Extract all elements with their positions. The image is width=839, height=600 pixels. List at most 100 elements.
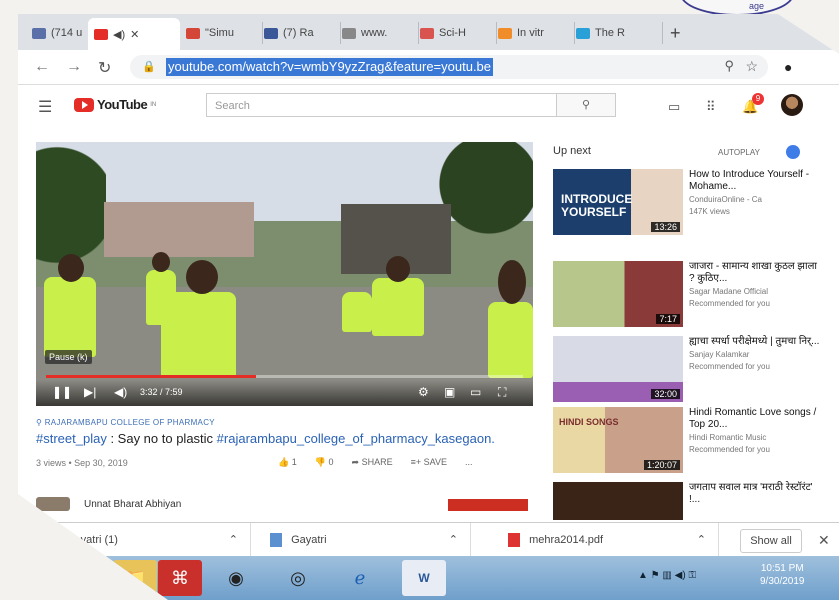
save-playlist-icon: ≡+ — [410, 457, 422, 467]
search-button[interactable]: ⚲ — [556, 93, 616, 117]
settings-gear-icon[interactable]: ⚙ — [418, 385, 429, 399]
share-label: SHARE — [361, 457, 393, 467]
youtube-logo[interactable]: YouTube IN — [74, 97, 156, 112]
video-scene-house — [104, 202, 254, 257]
back-icon[interactable]: ← — [34, 58, 50, 76]
tab-facebook[interactable]: (7) Ra — [258, 22, 341, 44]
chevron-up-icon[interactable]: ⌃ — [229, 523, 238, 557]
chrome-icon[interactable]: ◉ — [214, 560, 258, 596]
chevron-up-icon[interactable]: ⌃ — [697, 523, 706, 557]
mail-icon — [32, 27, 46, 39]
thumbnail-caption: HINDI SONGS — [559, 417, 619, 427]
hashtag-link[interactable]: #street_play — [36, 431, 107, 446]
tab-www[interactable]: www. — [336, 22, 419, 44]
video-thumbnail[interactable]: INTRODUCE YOURSELF 13:26 — [553, 169, 683, 235]
youtube-header: ☰ YouTube IN Search ⚲ ▭ ⠿ 🔔 9 — [18, 85, 839, 125]
video-title[interactable]: ह्याचा स्पर्धा परीक्षेमध्ये | तुमचा निर्… — [689, 336, 825, 348]
clock[interactable]: 10:51 PM 9/30/2019 — [760, 562, 805, 588]
dislike-button[interactable]: 👎 0 — [315, 457, 334, 468]
apps-grid-icon[interactable]: ⠿ — [706, 99, 716, 115]
video-player[interactable]: Pause (k) ❚❚ ▶| ◀) 3:32 / 7:59 ⚙ ▣ ▭ ⛶ — [36, 142, 533, 406]
close-icon[interactable]: ✕ — [818, 532, 830, 549]
close-tab-icon[interactable]: ✕ — [130, 28, 139, 41]
extension-icon[interactable]: ● — [784, 59, 792, 75]
theater-icon[interactable]: ▭ — [470, 385, 481, 399]
tab-invitro[interactable]: In vitr — [492, 22, 575, 44]
url-text[interactable]: youtube.com/watch?v=wmbY9yzZrag&feature=… — [166, 58, 494, 76]
like-count: 1 — [291, 457, 297, 467]
video-thumbnail[interactable] — [553, 482, 683, 520]
create-video-icon[interactable]: ▭ — [668, 99, 680, 115]
more-actions-button[interactable]: ... — [465, 457, 473, 468]
channel-tag[interactable]: ⚲ RAJARAMBAPU COLLEGE OF PHARMACY — [36, 418, 215, 427]
tab-bar: (714 u ◀) ✕ "Simu (7) Ra www. Sci-H In v… — [18, 14, 839, 50]
progress-bar[interactable] — [46, 375, 523, 378]
bookmark-star-icon[interactable]: ☆ — [745, 58, 758, 75]
avatar[interactable] — [781, 94, 803, 116]
channel-name[interactable]: Unnat Bharat Abhiyan — [84, 499, 181, 510]
miniplayer-icon[interactable]: ▣ — [444, 385, 455, 399]
video-title[interactable]: जगताप सवाल मात्र 'मराठी रेस्टॉरंट' !... — [689, 482, 825, 506]
download-item[interactable]: mehra2014.pdf ⌃ — [508, 523, 719, 557]
tab-youtube-active[interactable]: ◀) ✕ — [88, 18, 180, 50]
autoplay-toggle[interactable] — [786, 145, 800, 159]
fullscreen-icon[interactable]: ⛶ — [498, 385, 506, 400]
video-title[interactable]: जाजरा - सामान्य शाखा कुठल झाला ? कुठिए..… — [689, 261, 825, 285]
video-title[interactable]: Hindi Romantic Love songs / Top 20... — [689, 407, 825, 431]
video-thumbnail[interactable]: HINDI SONGS 1:20:07 — [553, 407, 683, 473]
hashtag-link[interactable]: #rajarambapu_college_of_pharmacy_kasegao… — [217, 431, 495, 446]
thumbs-up-icon: 👍 — [278, 457, 290, 467]
file-icon — [270, 533, 282, 548]
recommended-video[interactable]: INTRODUCE YOURSELF 13:26 How to Introduc… — [553, 169, 833, 235]
tab-gmail[interactable]: "Simu — [180, 22, 263, 44]
address-bar[interactable]: 🔒 youtube.com/watch?v=wmbY9yzZrag&featur… — [130, 55, 768, 79]
progress-fill — [46, 375, 256, 378]
video-meta: 3 views • Sep 30, 2019 — [36, 458, 128, 468]
video-person-head — [186, 260, 218, 294]
browser-icon[interactable]: ◎ — [276, 560, 320, 596]
download-filename: mehra2014.pdf — [529, 534, 604, 546]
video-title[interactable]: How to Introduce Yourself - Mohame... — [689, 169, 825, 193]
video-views: Recommended for you — [689, 299, 770, 308]
video-thumbnail[interactable]: 32:00 — [553, 336, 683, 402]
chevron-up-icon[interactable]: ⌃ — [449, 523, 458, 557]
system-tray[interactable]: ▲ ⚑ ▥ ◀) ⚿ — [638, 570, 696, 581]
show-all-button[interactable]: Show all — [740, 529, 802, 553]
browser-toolbar: ← → ↻ 🔒 youtube.com/watch?v=wmbY9yzZrag&… — [18, 50, 839, 85]
menu-icon[interactable]: ☰ — [38, 97, 52, 117]
next-icon[interactable]: ▶| — [84, 385, 96, 399]
share-icon: ➦ — [351, 457, 360, 467]
reload-icon[interactable]: ↻ — [98, 58, 111, 78]
channel-avatar[interactable] — [36, 497, 70, 511]
download-bar: Gayatri (1) ⌃ Gayatri ⌃ mehra2014.pdf ⌃ … — [18, 522, 839, 557]
zoom-icon[interactable]: ⚲ — [724, 58, 734, 74]
video-duration: 1:20:07 — [643, 460, 680, 470]
recommended-video[interactable]: 32:00 ह्याचा स्पर्धा परीक्षेमध्ये | तुमच… — [553, 336, 833, 402]
audio-icon: ◀) — [113, 28, 126, 41]
save-button[interactable]: ≡+ SAVE — [411, 457, 447, 468]
forward-icon[interactable]: → — [66, 58, 82, 76]
video-thumbnail[interactable]: 7:17 — [553, 261, 683, 327]
download-item[interactable]: Gayatri ⌃ — [270, 523, 471, 557]
word-icon[interactable]: W — [402, 560, 446, 596]
thumbnail-caption: INTRODUCE YOURSELF — [561, 192, 633, 219]
tab-the[interactable]: The R — [570, 22, 663, 44]
recommended-video[interactable]: 7:17 जाजरा - सामान्य शाखा कुठल झाला ? कु… — [553, 261, 833, 327]
subscribe-button[interactable] — [448, 499, 528, 511]
video-person-head — [152, 252, 170, 272]
pause-icon[interactable]: ❚❚ — [52, 385, 72, 399]
acrobat-icon[interactable]: ⌘ — [158, 560, 202, 596]
scihub-icon — [420, 27, 434, 39]
video-views: Recommended for you — [689, 362, 770, 371]
search-input[interactable]: Search — [206, 93, 556, 117]
download-filename: Gayatri — [291, 534, 327, 546]
video-person — [342, 292, 372, 332]
volume-icon[interactable]: ◀) — [114, 385, 127, 399]
like-button[interactable]: 👍 1 — [278, 457, 297, 468]
recommended-video[interactable]: जगताप सवाल मात्र 'मराठी रेस्टॉरंट' !... — [553, 482, 833, 520]
internet-explorer-icon[interactable]: ℯ — [338, 560, 382, 596]
share-button[interactable]: ➦ SHARE — [352, 457, 393, 468]
new-tab-icon[interactable]: + — [670, 23, 681, 44]
tab-scihub[interactable]: Sci-H — [414, 22, 497, 44]
recommended-video[interactable]: HINDI SONGS 1:20:07 Hindi Romantic Love … — [553, 407, 833, 473]
